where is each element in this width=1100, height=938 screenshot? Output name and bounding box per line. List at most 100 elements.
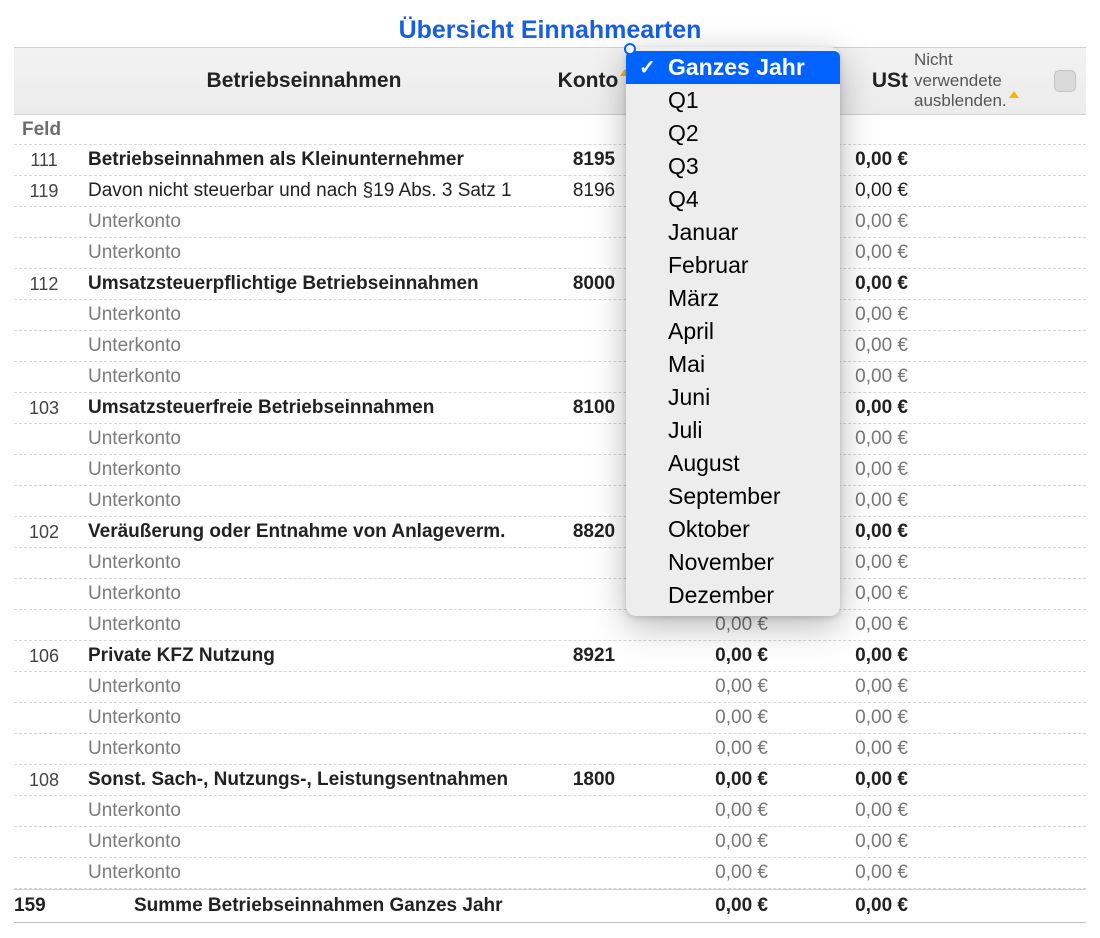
period-option[interactable]: Q1 xyxy=(626,84,840,117)
cell-name: Unterkonto xyxy=(74,428,534,450)
period-option[interactable]: Januar xyxy=(626,216,840,249)
search-icon xyxy=(624,43,636,55)
table-row-sub[interactable]: Unterkonto0,00 € xyxy=(14,548,1086,579)
table-row-sub[interactable]: Unterkonto0,00 € xyxy=(14,424,1086,455)
period-dropdown[interactable]: Ganzes JahrQ1Q2Q3Q4JanuarFebruarMärzApri… xyxy=(626,47,840,616)
period-option[interactable]: Q2 xyxy=(626,117,840,150)
cell-ust: 0,00 € xyxy=(774,707,914,729)
table-row-sub[interactable]: Unterkonto0,00 € xyxy=(14,238,1086,269)
table-row-sub[interactable]: Unterkonto0,00 € xyxy=(14,362,1086,393)
cell-name: Unterkonto xyxy=(74,459,534,481)
table-row-sub[interactable]: Unterkonto0,00 €0,00 € xyxy=(14,734,1086,765)
cell-name: Unterkonto xyxy=(74,800,534,822)
table-row-sub[interactable]: Unterkonto0,00 € xyxy=(14,455,1086,486)
indicator-icon xyxy=(1009,91,1019,98)
period-option[interactable]: März xyxy=(626,282,840,315)
table-row-sub[interactable]: Unterkonto0,00 € xyxy=(14,207,1086,238)
cell-name: Unterkonto xyxy=(74,242,534,264)
cell-name: Davon nicht steuerbar und nach §19 Abs. … xyxy=(74,180,534,202)
period-option[interactable]: Mai xyxy=(626,348,840,381)
cell-name: Unterkonto xyxy=(74,490,534,512)
table-row-main[interactable]: 111Betriebseinnahmen als Kleinunternehme… xyxy=(14,145,1086,176)
cell-feld: 106 xyxy=(14,646,74,667)
table-row-sub[interactable]: Unterkonto0,00 € xyxy=(14,579,1086,610)
cell-brutto: 0,00 € xyxy=(654,645,774,667)
cell-feld: 102 xyxy=(14,522,74,543)
cell-brutto: 0,00 € xyxy=(654,769,774,791)
cell-ust: 0,00 € xyxy=(774,831,914,853)
cell-name: Unterkonto xyxy=(74,335,534,357)
cell-feld: 108 xyxy=(14,770,74,791)
page-title: Übersicht Einnahmearten xyxy=(0,0,1100,47)
table-row-sub[interactable]: Unterkonto0,00 € xyxy=(14,300,1086,331)
cell-brutto: 0,00 € xyxy=(654,862,774,884)
cell-name: Unterkonto xyxy=(74,862,534,884)
table-row-sub[interactable]: Unterkonto 0,00 €0,00 € xyxy=(14,703,1086,734)
cell-ust: 0,00 € xyxy=(774,769,914,791)
cell-name: Unterkonto xyxy=(74,552,534,574)
cell-name: Umsatzsteuerpflichtige Betriebseinnahmen xyxy=(74,273,534,295)
hide-unused-label: Nicht verwendete ausblenden. xyxy=(914,50,1044,111)
cell-feld: 119 xyxy=(14,181,74,202)
period-option[interactable]: November xyxy=(626,546,840,579)
cell-brutto: 0,00 € xyxy=(654,738,774,760)
cell-ust: 0,00 € xyxy=(774,645,914,667)
cell-brutto: 0,00 € xyxy=(654,676,774,698)
col-header-feld: Feld xyxy=(14,119,74,141)
table-row-main[interactable]: 102Veräußerung oder Entnahme von Anlagev… xyxy=(14,517,1086,548)
table-row-sub[interactable]: Unterkonto0,00 €0,00 € xyxy=(14,610,1086,641)
period-option[interactable]: Dezember xyxy=(626,579,840,612)
cell-konto: 8921 xyxy=(534,645,654,667)
table-row-sub[interactable]: Unterkonto0,00 € xyxy=(14,331,1086,362)
period-option[interactable]: Q3 xyxy=(626,150,840,183)
table-row-main[interactable]: 112Umsatzsteuerpflichtige Betriebseinnah… xyxy=(14,269,1086,300)
cell-name: Unterkonto xyxy=(74,304,534,326)
table-header-row: Betriebseinnahmen Konto USt Nicht verwen… xyxy=(14,47,1086,115)
period-option[interactable]: Ganzes Jahr xyxy=(626,51,840,84)
hide-unused-checkbox[interactable] xyxy=(1054,70,1076,92)
table-row-main[interactable]: 108Sonst. Sach-, Nutzungs-, Leistungsent… xyxy=(14,765,1086,796)
cell-name: Unterkonto xyxy=(74,614,534,636)
period-option[interactable]: Februar xyxy=(626,249,840,282)
period-option[interactable]: August xyxy=(626,447,840,480)
period-option[interactable]: Juli xyxy=(626,414,840,447)
cell-name: Sonst. Sach-, Nutzungs-, Leistungsentnah… xyxy=(74,769,534,791)
cell-name: Veräußerung oder Entnahme von Anlageverm… xyxy=(74,521,534,543)
period-option[interactable]: Q4 xyxy=(626,183,840,216)
cell-name: Unterkonto xyxy=(74,211,534,233)
cell-name: Private KFZ Nutzung xyxy=(74,645,534,667)
table-row-main[interactable]: 103Umsatzsteuerfreie Betriebseinnahmen81… xyxy=(14,393,1086,424)
income-table: Betriebseinnahmen Konto USt Nicht verwen… xyxy=(14,47,1086,923)
period-option[interactable]: April xyxy=(626,315,840,348)
table-row-sub[interactable]: Unterkonto 0,00 €0,00 € xyxy=(14,858,1086,889)
footer-sum-row: 159 Summe Betriebseinnahmen Ganzes Jahr … xyxy=(14,889,1086,923)
cell-brutto: 0,00 € xyxy=(654,707,774,729)
period-option[interactable]: Oktober xyxy=(626,513,840,546)
footer-feld: 159 xyxy=(14,895,74,917)
cell-konto: 1800 xyxy=(534,769,654,791)
cell-brutto: 0,00 € xyxy=(654,800,774,822)
cell-ust: 0,00 € xyxy=(774,800,914,822)
table-row-sub[interactable]: Unterkonto 0,00 €0,00 € xyxy=(14,796,1086,827)
hide-unused-setting: Nicht verwendete ausblenden. xyxy=(914,50,1094,111)
field-header-row: Feld xyxy=(14,115,1086,145)
cell-brutto: 0,00 € xyxy=(654,831,774,853)
table-row-sub[interactable]: Unterkonto 0,00 €0,00 € xyxy=(14,672,1086,703)
cell-ust: 0,00 € xyxy=(774,676,914,698)
cell-name: Unterkonto xyxy=(74,738,534,760)
table-row-main[interactable]: 119Davon nicht steuerbar und nach §19 Ab… xyxy=(14,176,1086,207)
cell-feld: 111 xyxy=(14,150,74,171)
period-option[interactable]: September xyxy=(626,480,840,513)
cell-ust: 0,00 € xyxy=(774,862,914,884)
footer-ust: 0,00 € xyxy=(774,895,914,917)
table-body: 111Betriebseinnahmen als Kleinunternehme… xyxy=(14,145,1086,889)
cell-name: Unterkonto xyxy=(74,707,534,729)
col-header-name[interactable]: Betriebseinnahmen xyxy=(74,69,534,93)
cell-name: Unterkonto xyxy=(74,676,534,698)
cell-name: Betriebseinnahmen als Kleinunternehmer xyxy=(74,149,534,171)
table-row-sub[interactable]: Unterkonto0,00 €0,00 € xyxy=(14,827,1086,858)
table-row-sub[interactable]: Unterkonto0,00 € xyxy=(14,486,1086,517)
period-option[interactable]: Juni xyxy=(626,381,840,414)
cell-name: Umsatzsteuerfreie Betriebseinnahmen xyxy=(74,397,534,419)
table-row-main[interactable]: 106Private KFZ Nutzung89210,00 €0,00 € xyxy=(14,641,1086,672)
